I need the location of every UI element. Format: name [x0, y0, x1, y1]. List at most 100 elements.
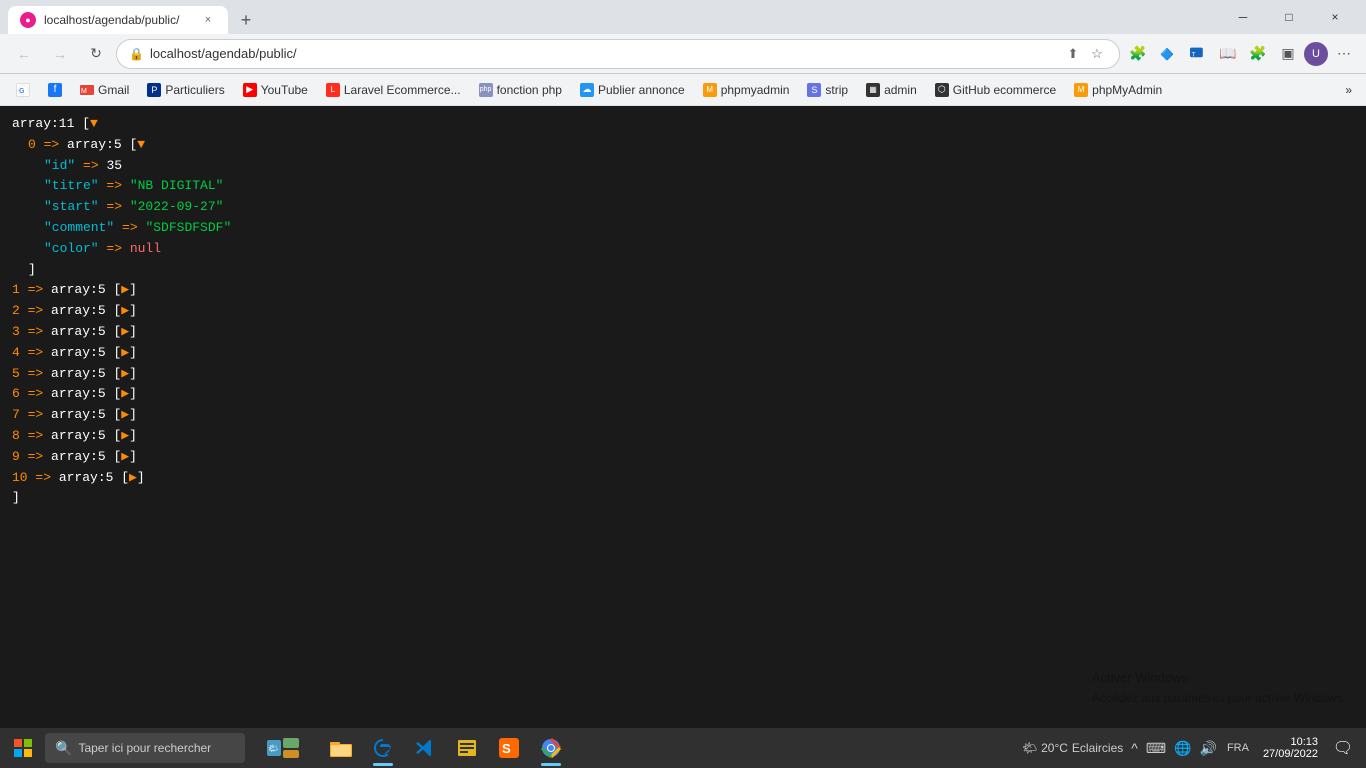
back-button[interactable]: ←: [8, 38, 40, 70]
browser-tab[interactable]: ● localhost/agendab/public/ ×: [8, 6, 228, 34]
code-line-close-root: ]: [12, 488, 1354, 509]
bookmark-phpmyadmin2[interactable]: M phpMyAdmin: [1066, 81, 1170, 99]
menu-icon[interactable]: ⋯: [1330, 40, 1358, 68]
code-line-4[interactable]: 4 => array:5 [▶]: [12, 343, 1354, 364]
puzzle-icon[interactable]: 🧩: [1244, 40, 1272, 68]
bookmark-youtube[interactable]: ▶ YouTube: [235, 81, 316, 99]
bookmark-github[interactable]: ⬡ GitHub ecommerce: [927, 81, 1064, 99]
code-line-color: "color" => null: [12, 239, 1354, 260]
phpmyadmin-label: phpmyadmin: [721, 83, 790, 97]
bookmark-laravel[interactable]: L Laravel Ecommerce...: [318, 81, 469, 99]
weather-widget[interactable]: 🌤 20°C Eclaircies: [1018, 741, 1127, 755]
php-favicon: php: [479, 83, 493, 97]
bookmark-php[interactable]: php fonction php: [471, 81, 570, 99]
code-line-6[interactable]: 6 => array:5 [▶]: [12, 384, 1354, 405]
taskbar-file-manager[interactable]: [447, 728, 487, 768]
youtube-label: YouTube: [261, 83, 308, 97]
svg-text:S: S: [502, 741, 511, 756]
code-line-1[interactable]: 1 => array:5 [▶]: [12, 280, 1354, 301]
svg-text:M: M: [81, 88, 87, 95]
maximize-button[interactable]: □: [1266, 0, 1312, 34]
clock-time: 10:13: [1290, 736, 1318, 748]
url-text: localhost/agendab/public/: [150, 46, 1057, 61]
address-bar[interactable]: 🔒 localhost/agendab/public/ ⬆ ☆: [116, 39, 1120, 69]
tray-chevron[interactable]: ^: [1129, 738, 1140, 758]
code-line-id: "id" => 35: [12, 156, 1354, 177]
new-tab-button[interactable]: +: [232, 6, 260, 34]
facebook-favicon: f: [48, 83, 62, 97]
bookmark-particuliers[interactable]: P Particuliers: [139, 81, 232, 99]
bookmark-google[interactable]: G: [8, 81, 38, 99]
code-line-comment: "comment" => "SDFSDFSDF": [12, 218, 1354, 239]
gmail-label: Gmail: [98, 83, 129, 97]
taskbar: 🔍 Taper ici pour rechercher 🌤: [0, 728, 1366, 768]
code-line-2[interactable]: 2 => array:5 [▶]: [12, 301, 1354, 322]
code-line-7[interactable]: 7 => array:5 [▶]: [12, 405, 1354, 426]
publier-label: Publier annonce: [598, 83, 685, 97]
tray-volume[interactable]: 🔊: [1198, 738, 1219, 759]
tray-keyboard[interactable]: ⌨: [1144, 738, 1168, 759]
php-label: fonction php: [497, 83, 562, 97]
taskbar-vscode[interactable]: [405, 728, 445, 768]
bookmark-publier[interactable]: ☁ Publier annonce: [572, 81, 693, 99]
share-icon[interactable]: ⬆: [1063, 44, 1083, 64]
laravel-favicon: L: [326, 83, 340, 97]
particuliers-label: Particuliers: [165, 83, 224, 97]
code-line-5[interactable]: 5 => array:5 [▶]: [12, 364, 1354, 385]
bookmarks-bar: G f M Gmail P Particuliers ▶ YouTube L: [0, 74, 1366, 106]
temperature: 20°C: [1041, 741, 1068, 755]
github-label: GitHub ecommerce: [953, 83, 1056, 97]
taskbar-chrome[interactable]: [531, 728, 571, 768]
youtube-favicon: ▶: [243, 83, 257, 97]
title-bar: ● localhost/agendab/public/ × + ─ □ ×: [0, 0, 1366, 34]
minimize-button[interactable]: ─: [1220, 0, 1266, 34]
lock-icon: 🔒: [129, 47, 144, 61]
publier-favicon: ☁: [580, 83, 594, 97]
bookmark-star-icon[interactable]: ☆: [1087, 44, 1107, 64]
address-icons: ⬆ ☆: [1063, 44, 1107, 64]
system-clock[interactable]: 10:13 27/09/2022: [1255, 736, 1326, 760]
taskbar-file-explorer[interactable]: [321, 728, 361, 768]
tab-favicon: ●: [20, 12, 36, 28]
svg-text:T: T: [1192, 51, 1196, 58]
extensions-icon[interactable]: 🧩: [1124, 40, 1152, 68]
taskbar-search[interactable]: 🔍 Taper ici pour rechercher: [45, 733, 245, 763]
tab-close-button[interactable]: ×: [200, 12, 216, 28]
code-line-3[interactable]: 3 => array:5 [▶]: [12, 322, 1354, 343]
bookmark-admin[interactable]: ▦ admin: [858, 81, 925, 99]
bookmark-gmail[interactable]: M Gmail: [72, 81, 137, 99]
close-button[interactable]: ×: [1312, 0, 1358, 34]
immersive-reader-icon[interactable]: 📖: [1214, 40, 1242, 68]
github-favicon: ⬡: [935, 83, 949, 97]
forward-button[interactable]: →: [44, 38, 76, 70]
notification-button[interactable]: 🗨: [1328, 728, 1358, 768]
start-button[interactable]: [0, 728, 45, 768]
tray-language[interactable]: FRA: [1223, 742, 1253, 754]
code-line-10[interactable]: 10 => array:5 [▶]: [12, 468, 1354, 489]
admin-label: admin: [884, 83, 917, 97]
more-bookmarks-button[interactable]: »: [1339, 81, 1358, 99]
tab-title: localhost/agendab/public/: [44, 13, 192, 27]
search-placeholder: Taper ici pour rechercher: [78, 741, 211, 755]
translate-icon[interactable]: T: [1184, 40, 1212, 68]
taskbar-widgets[interactable]: 🌤: [253, 728, 313, 768]
sidebar-icon[interactable]: ▣: [1274, 40, 1302, 68]
phpmyadmin2-favicon: M: [1074, 83, 1088, 97]
stripe-favicon: S: [807, 83, 821, 97]
tray-network[interactable]: 🌐: [1172, 738, 1193, 759]
profile-icon[interactable]: U: [1304, 42, 1328, 66]
phpmyadmin2-label: phpMyAdmin: [1092, 83, 1162, 97]
taskbar-sublime[interactable]: S: [489, 728, 529, 768]
reload-button[interactable]: ↻: [80, 38, 112, 70]
code-line-8[interactable]: 8 => array:5 [▶]: [12, 426, 1354, 447]
code-line-close-0: ]: [12, 260, 1354, 281]
bing-icon[interactable]: 🔷: [1154, 40, 1182, 68]
search-icon: 🔍: [55, 740, 72, 757]
taskbar-edge[interactable]: [363, 728, 403, 768]
code-line-9[interactable]: 9 => array:5 [▶]: [12, 447, 1354, 468]
bookmark-stripe[interactable]: S strip: [799, 81, 856, 99]
bookmark-facebook[interactable]: f: [40, 81, 70, 99]
laravel-label: Laravel Ecommerce...: [344, 83, 461, 97]
code-line-titre: "titre" => "NB DIGITAL": [12, 176, 1354, 197]
bookmark-phpmyadmin[interactable]: M phpmyadmin: [695, 81, 798, 99]
